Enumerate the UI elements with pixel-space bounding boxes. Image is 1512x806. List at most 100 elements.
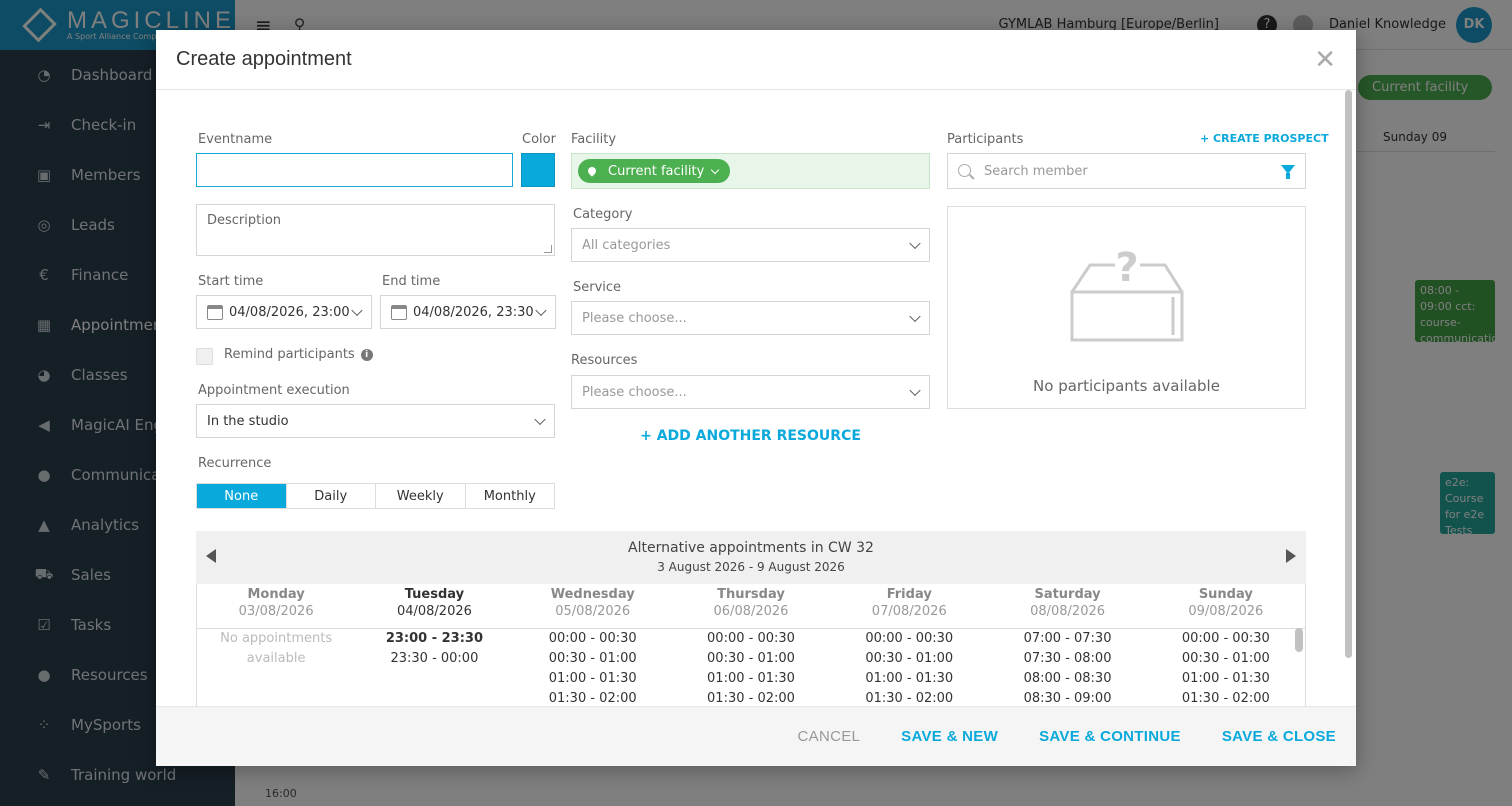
alternative-appointments-header: Alternative appointments in CW 32 3 Augu… [196,531,1306,584]
service-placeholder: Please choose... [582,310,687,326]
time-slot[interactable]: 23:00 - 23:30 [355,629,513,649]
start-time-picker[interactable]: 04/08/2026, 23:00 [196,295,372,329]
resize-grip-icon[interactable] [544,245,552,253]
time-slot[interactable]: 01:30 - 02:00 [672,689,830,706]
recurrence-label: Recurrence [198,456,272,471]
service-label: Service [573,280,622,295]
time-slot[interactable]: 00:30 - 01:00 [1147,649,1305,669]
create-prospect-link[interactable]: + CREATE PROSPECT [1200,132,1329,145]
close-icon[interactable]: ✕ [1314,47,1336,73]
category-value: All categories [582,237,671,253]
chevron-down-icon [351,304,363,317]
day-name: Tuesday [404,587,465,602]
time-slot[interactable]: 08:00 - 08:30 [988,669,1146,689]
eventname-input[interactable] [196,153,513,187]
day-header: Wednesday 05/08/2026 [513,587,672,629]
day-name: Thursday [717,587,785,602]
search-member-input[interactable]: Search member [947,153,1306,189]
time-slot[interactable]: 01:30 - 02:00 [514,689,672,706]
day-header: Tuesday 04/08/2026 [355,587,514,629]
save-new-button[interactable]: SAVE & NEW [901,728,998,745]
calendar-icon [391,304,407,320]
recurrence-daily[interactable]: Daily [287,484,376,508]
save-close-button[interactable]: SAVE & CLOSE [1222,728,1336,745]
create-appointment-dialog: Create appointment ✕ Eventname Color Des… [156,30,1356,766]
color-label: Color [522,132,556,147]
time-slot[interactable]: 07:30 - 08:00 [988,649,1146,669]
facility-chip[interactable]: Current facility [578,159,731,183]
time-slot[interactable]: 01:00 - 01:30 [830,669,988,689]
recurrence-monthly[interactable]: Monthly [466,484,555,508]
time-slot[interactable]: 00:30 - 01:00 [672,649,830,669]
recurrence-weekly[interactable]: Weekly [376,484,466,508]
time-slot[interactable]: 00:00 - 00:30 [830,629,988,649]
modal-title: Create appointment [176,48,352,70]
time-slot[interactable]: 07:00 - 07:30 [988,629,1146,649]
cancel-button[interactable]: CANCEL [798,728,861,745]
modal-footer: CANCEL SAVE & NEW SAVE & CONTINUE SAVE &… [156,706,1356,766]
day-date: 06/08/2026 [713,604,789,619]
day-column: Sunday 09/08/2026 00:00 - 00:30 00:30 - … [1146,584,1305,706]
time-slot[interactable]: 00:30 - 01:00 [830,649,988,669]
time-slot[interactable]: 00:00 - 00:30 [1147,629,1305,649]
chevron-down-icon [711,165,720,174]
filter-icon[interactable] [1281,165,1295,179]
participants-label: Participants [947,132,1024,147]
time-slot[interactable]: 00:00 - 00:30 [672,629,830,649]
day-column: Thursday 06/08/2026 00:00 - 00:30 00:30 … [671,584,831,706]
remind-participants-label: Remind participants i [224,347,373,362]
end-time-picker[interactable]: 04/08/2026, 23:30 [380,295,556,329]
calendar-icon [207,304,223,320]
category-select[interactable]: All categories [571,228,930,262]
end-time-value: 04/08/2026, 23:30 [413,304,534,320]
facility-field[interactable]: Current facility [571,153,930,189]
time-slot[interactable]: 01:00 - 01:30 [672,669,830,689]
modal-header: Create appointment [156,30,1356,90]
day-date: 09/08/2026 [1188,604,1264,619]
facility-chip-label: Current facility [608,163,705,179]
day-date: 04/08/2026 [396,604,472,619]
time-slot[interactable]: 08:30 - 09:00 [988,689,1146,706]
empty-box-icon: ? [1070,247,1184,342]
service-select[interactable]: Please choose... [571,301,930,335]
resources-select[interactable]: Please choose... [571,375,930,409]
alternatives-scrollbar[interactable] [1295,628,1303,652]
modal-body: Eventname Color Description Start time E… [156,90,1356,706]
remind-participants-checkbox[interactable] [196,348,213,365]
time-slot[interactable]: 00:00 - 00:30 [514,629,672,649]
end-time-label: End time [382,274,441,289]
execution-value: In the studio [207,413,289,429]
day-column: Tuesday 04/08/2026 23:00 - 23:30 23:30 -… [355,584,514,706]
day-name: Wednesday [550,587,635,602]
recurrence-none[interactable]: None [197,484,287,508]
execution-select[interactable]: In the studio [196,404,555,438]
info-icon[interactable]: i [360,348,373,361]
location-pin-icon [586,165,598,177]
time-slot[interactable]: 01:00 - 01:30 [1147,669,1305,689]
time-slot[interactable]: 23:30 - 00:00 [355,649,513,669]
day-date: 05/08/2026 [555,604,631,619]
previous-week-arrow-icon[interactable] [206,549,216,563]
save-continue-button[interactable]: SAVE & CONTINUE [1039,728,1181,745]
day-column: Wednesday 05/08/2026 00:00 - 00:30 00:30… [513,584,672,706]
description-input[interactable]: Description [196,204,555,256]
no-participants-text: No participants available [1033,377,1220,395]
resources-label: Resources [571,353,638,368]
chevron-down-icon [909,384,921,397]
next-week-arrow-icon[interactable] [1286,549,1296,563]
alternative-appointments-range: 3 August 2026 - 9 August 2026 [657,560,845,574]
time-slot[interactable]: 00:30 - 01:00 [514,649,672,669]
chevron-down-icon [534,413,546,426]
time-slot[interactable]: 01:00 - 01:30 [514,669,672,689]
color-picker[interactable] [521,153,555,187]
day-column: Friday 07/08/2026 00:00 - 00:30 00:30 - … [830,584,989,706]
add-resource-link[interactable]: + ADD ANOTHER RESOURCE [571,428,930,444]
modal-scrollbar[interactable] [1345,90,1352,658]
search-icon [958,164,971,177]
day-date: 08/08/2026 [1030,604,1106,619]
svg-text:?: ? [1115,247,1138,291]
day-date: 03/08/2026 [238,604,314,619]
resources-placeholder: Please choose... [582,384,687,400]
time-slot[interactable]: 01:30 - 02:00 [830,689,988,706]
time-slot[interactable]: 01:30 - 02:00 [1147,689,1305,706]
